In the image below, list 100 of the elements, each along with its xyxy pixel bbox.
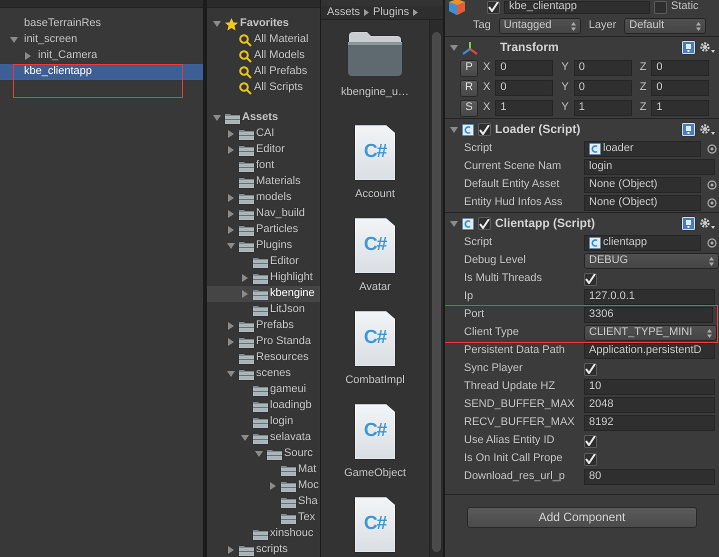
help-icon[interactable] (682, 123, 695, 136)
folder-item[interactable]: Prefabs (256, 319, 294, 333)
hierarchy-row[interactable]: init_Camera (0, 48, 203, 64)
text-field[interactable]: 127.0.0.1 (584, 289, 715, 305)
text-field[interactable]: 2048 (584, 397, 715, 413)
folder-item[interactable]: Plugins (256, 239, 292, 253)
axis-mode-button[interactable]: R (460, 80, 478, 96)
folder-item[interactable]: xinshouc (270, 527, 314, 541)
help-icon[interactable] (682, 217, 695, 230)
arrow-right-icon[interactable] (228, 322, 234, 330)
arrow-down-icon[interactable] (213, 21, 221, 27)
folder-item[interactable]: Particles (256, 223, 298, 237)
folder-item[interactable]: Editor (270, 255, 299, 269)
scrollbar[interactable] (429, 20, 443, 557)
dropdown[interactable]: Untagged (498, 18, 581, 34)
text-field[interactable]: 8192 (584, 415, 715, 431)
checkbox[interactable] (584, 452, 597, 466)
folder-item[interactable]: Nav_build (256, 207, 305, 221)
folder-item[interactable]: scripts (256, 543, 288, 557)
gear-icon[interactable] (699, 123, 715, 136)
checkbox[interactable] (478, 217, 491, 230)
arrow-down-icon[interactable] (241, 435, 249, 441)
add-component-button[interactable]: Add Component (467, 507, 697, 528)
help-icon[interactable] (682, 41, 695, 54)
folder-item[interactable]: Moc (298, 479, 319, 493)
arrow-right-icon[interactable] (228, 194, 234, 202)
checkbox[interactable] (584, 434, 597, 448)
checkbox[interactable] (478, 123, 491, 136)
breadcrumb-item[interactable]: Plugins (373, 6, 410, 20)
checkbox[interactable] (654, 0, 667, 14)
arrow-down-icon[interactable] (450, 220, 458, 226)
arrow-right-icon[interactable] (25, 52, 31, 60)
object-field[interactable]: None (Object) (584, 195, 701, 211)
arrow-down-icon[interactable] (227, 371, 235, 377)
folder-item[interactable]: LitJson (270, 303, 305, 317)
dropdown[interactable]: CLIENT_TYPE_MINI (584, 325, 717, 341)
name-field[interactable]: kbe_clientapp (504, 0, 650, 14)
object-field[interactable]: None (Object) (584, 177, 701, 193)
folder-item[interactable]: CAI (256, 127, 274, 141)
arrow-right-icon[interactable] (270, 482, 276, 490)
folder-item[interactable]: scenes (256, 367, 291, 381)
folder-item[interactable]: Materials (256, 175, 301, 189)
favorite-item[interactable]: All Prefabs (254, 65, 308, 79)
folder-item[interactable]: Mat (298, 463, 316, 477)
folder-item[interactable]: Editor (256, 143, 285, 157)
arrow-down-icon[interactable] (227, 243, 235, 249)
text-field[interactable]: Application.persistentD (584, 343, 715, 359)
arrow-right-icon[interactable] (228, 338, 234, 346)
checkbox[interactable] (584, 272, 597, 286)
favorite-item[interactable]: All Material (254, 33, 308, 47)
arrow-right-icon[interactable] (228, 146, 234, 154)
arrow-down-icon[interactable] (10, 37, 18, 43)
checkbox[interactable] (584, 362, 597, 376)
axis-mode-button[interactable]: S (460, 100, 478, 116)
hierarchy-row[interactable]: baseTerrainRes (0, 16, 203, 32)
checkbox[interactable] (487, 0, 500, 14)
folder-item[interactable]: Sourc (284, 447, 313, 461)
folder-item[interactable]: Sha (298, 495, 318, 509)
text-field[interactable]: 10 (584, 379, 715, 395)
number-field[interactable]: 1 (574, 100, 632, 116)
asset-label[interactable]: Account (355, 188, 395, 202)
dropdown[interactable]: DEBUG (584, 253, 719, 269)
folder-item[interactable]: models (256, 191, 292, 205)
text-field[interactable]: login (584, 159, 715, 175)
text-field[interactable]: 80 (584, 469, 715, 485)
folder-item[interactable]: font (256, 159, 274, 173)
favorite-item[interactable]: All Scripts (254, 81, 303, 95)
folder-item[interactable]: Highlight (270, 271, 313, 285)
arrow-right-icon[interactable] (228, 546, 234, 554)
arrow-down-icon[interactable] (213, 115, 221, 121)
asset-label[interactable]: kbengine_u… (341, 86, 409, 100)
arrow-right-icon[interactable] (228, 130, 234, 138)
number-field[interactable]: 0 (574, 80, 632, 96)
favorite-item[interactable]: All Models (254, 49, 305, 63)
arrow-right-icon[interactable] (228, 210, 234, 218)
arrow-down-icon[interactable] (450, 44, 458, 50)
folder-item[interactable]: Tex (298, 511, 316, 525)
gear-icon[interactable] (699, 41, 715, 54)
folder-item[interactable]: Resources (256, 351, 309, 365)
folder-item[interactable]: loadingb (270, 399, 312, 413)
arrow-down-icon[interactable] (450, 126, 458, 132)
number-field[interactable]: 0 (495, 60, 554, 76)
text-field[interactable]: 3306 (584, 307, 713, 323)
folder-item[interactable]: gameui (270, 383, 306, 397)
arrow-right-icon[interactable] (228, 226, 234, 234)
folder-item[interactable]: selavata (270, 431, 311, 445)
breadcrumb-item[interactable]: Assets (327, 6, 360, 20)
folder-item[interactable]: Pro Standa (256, 335, 312, 349)
number-field[interactable]: 0 (651, 80, 710, 96)
number-field[interactable]: 0 (574, 60, 632, 76)
arrow-right-icon[interactable] (242, 274, 248, 282)
asset-label[interactable]: CombatImpl (345, 374, 405, 388)
asset-label[interactable]: Avatar (359, 281, 391, 294)
hierarchy-row[interactable]: init_screen (0, 32, 203, 48)
number-field[interactable]: 0 (495, 80, 554, 96)
object-field[interactable]: clientapp (584, 235, 701, 251)
folder-item[interactable]: login (270, 415, 294, 429)
object-picker-icon[interactable] (707, 238, 717, 248)
arrow-down-icon[interactable] (255, 451, 263, 457)
number-field[interactable]: 1 (495, 100, 554, 116)
